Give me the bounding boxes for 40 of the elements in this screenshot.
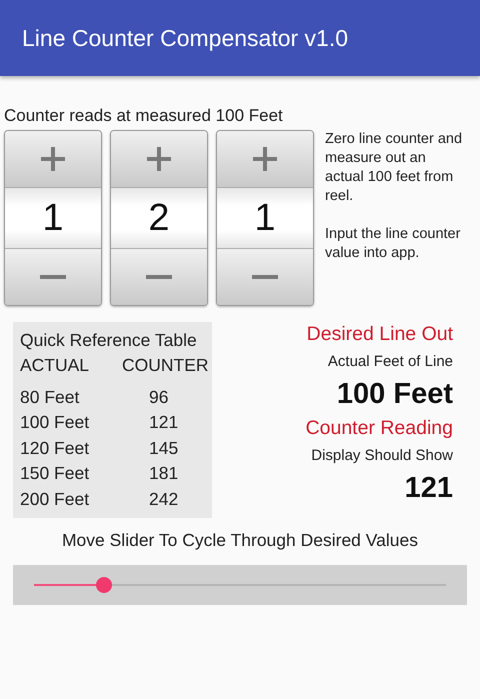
value-label: Display Should Show (311, 447, 453, 464)
table-cell-text: 121 (149, 412, 180, 434)
column-header: COUNTER (122, 355, 210, 376)
minus-icon (146, 275, 172, 279)
minus-icon (252, 275, 278, 279)
plus-icon (252, 146, 278, 172)
section-heading: Counter Reading (306, 417, 453, 440)
increment-button[interactable] (217, 131, 313, 187)
value-label: Actual Feet of Line (328, 353, 453, 370)
table-cell-text: 150 Feet (20, 463, 90, 484)
increment-button[interactable] (111, 131, 207, 187)
table-cell-text: 242 (149, 488, 180, 510)
instruction-text: Input the line counter value into app. (325, 225, 462, 263)
plus-icon (40, 146, 66, 172)
table-cell-text: 145 (149, 438, 180, 459)
table-cell-text: 96 (149, 386, 170, 408)
instruction-text: Zero line counter and measure out an actual 100 feet from reel. (325, 130, 463, 206)
decrement-button[interactable] (217, 249, 313, 305)
section-heading: Desired Line Out (306, 323, 453, 346)
digit-value[interactable]: 1 (217, 187, 313, 249)
table-cell-text: 80 Feet (20, 386, 80, 408)
slider-caption: Move Slider To Cycle Through Desired Values (60, 530, 419, 551)
decrement-button[interactable] (5, 249, 101, 305)
table-cell-text: 100 Feet (20, 412, 90, 434)
table-title: Quick Reference Table (20, 330, 198, 351)
digit-value[interactable]: 1 (5, 187, 101, 249)
decrement-button[interactable] (111, 249, 207, 305)
table-cell-text: 120 Feet (20, 438, 90, 459)
column-header: ACTUAL (20, 355, 90, 376)
counter-value: 121 (404, 472, 453, 505)
table-cell-text: 200 Feet (20, 488, 90, 510)
table-cell-text: 181 (149, 463, 180, 484)
minus-icon (40, 275, 66, 279)
digit-value[interactable]: 2 (111, 187, 207, 249)
desired-value: 100 Feet (336, 378, 453, 411)
app-title: Line Counter Compensator v1.0 (22, 24, 348, 52)
counter-caption: Counter reads at measured 100 Feet (4, 106, 284, 126)
slider-thumb[interactable] (96, 577, 112, 593)
plus-icon (146, 146, 172, 172)
increment-button[interactable] (5, 131, 101, 187)
